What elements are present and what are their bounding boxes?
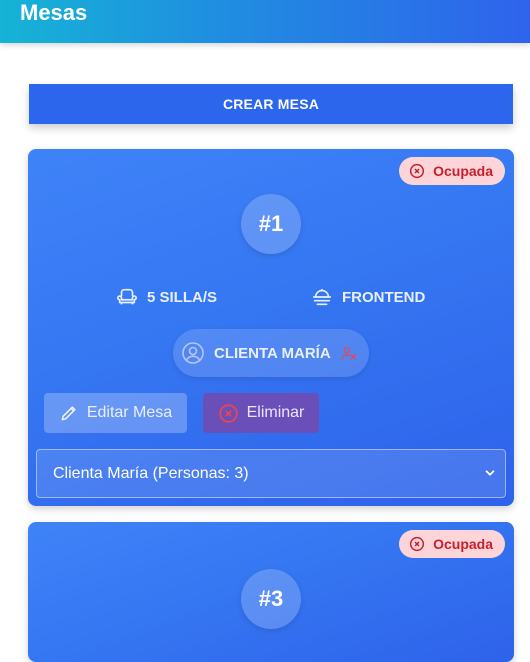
chevron-down-icon bbox=[485, 470, 495, 476]
status-badge: Ocupada bbox=[399, 157, 505, 185]
x-circle-icon bbox=[410, 536, 425, 552]
status-label: Ocupada bbox=[433, 163, 493, 179]
seats-info: 5 SILLA/S bbox=[116, 286, 217, 308]
status-label: Ocupada bbox=[433, 536, 493, 552]
user-slash-icon[interactable] bbox=[340, 344, 358, 362]
client-name: CLIENTA MARÍA bbox=[214, 344, 331, 362]
user-circle-icon bbox=[182, 342, 204, 364]
top-bar: Mesas bbox=[0, 0, 530, 43]
table-card: Ocupada #3 bbox=[28, 522, 514, 662]
pencil-icon bbox=[61, 406, 76, 421]
x-circle-icon bbox=[218, 403, 238, 423]
area-info: FRONTEND bbox=[311, 286, 425, 308]
area-label: FRONTEND bbox=[342, 288, 426, 306]
delete-label: Eliminar bbox=[246, 404, 305, 421]
edit-table-button[interactable]: Editar Mesa bbox=[44, 393, 187, 433]
assigned-client-chip: CLIENTA MARÍA bbox=[173, 329, 369, 377]
status-badge: Ocupada bbox=[399, 530, 505, 558]
client-select[interactable]: Clienta María (Personas: 3) bbox=[36, 449, 506, 498]
seats-label: 5 SILLA/S bbox=[147, 288, 218, 306]
page-title: Mesas bbox=[20, 0, 88, 25]
table-number: #3 bbox=[241, 569, 301, 629]
delete-table-button[interactable]: Eliminar bbox=[203, 393, 319, 433]
client-select-value: Clienta María (Personas: 3) bbox=[53, 464, 249, 482]
table-number: #1 bbox=[241, 194, 301, 254]
edit-label: Editar Mesa bbox=[86, 404, 173, 421]
armchair-icon bbox=[117, 288, 137, 305]
create-table-button[interactable]: CREAR MESA bbox=[29, 84, 513, 124]
dish-icon bbox=[312, 288, 332, 306]
x-circle-icon bbox=[410, 163, 425, 179]
table-card: Ocupada #1 5 SILLA/S FRONTEND CLIENTA MA… bbox=[28, 149, 514, 506]
